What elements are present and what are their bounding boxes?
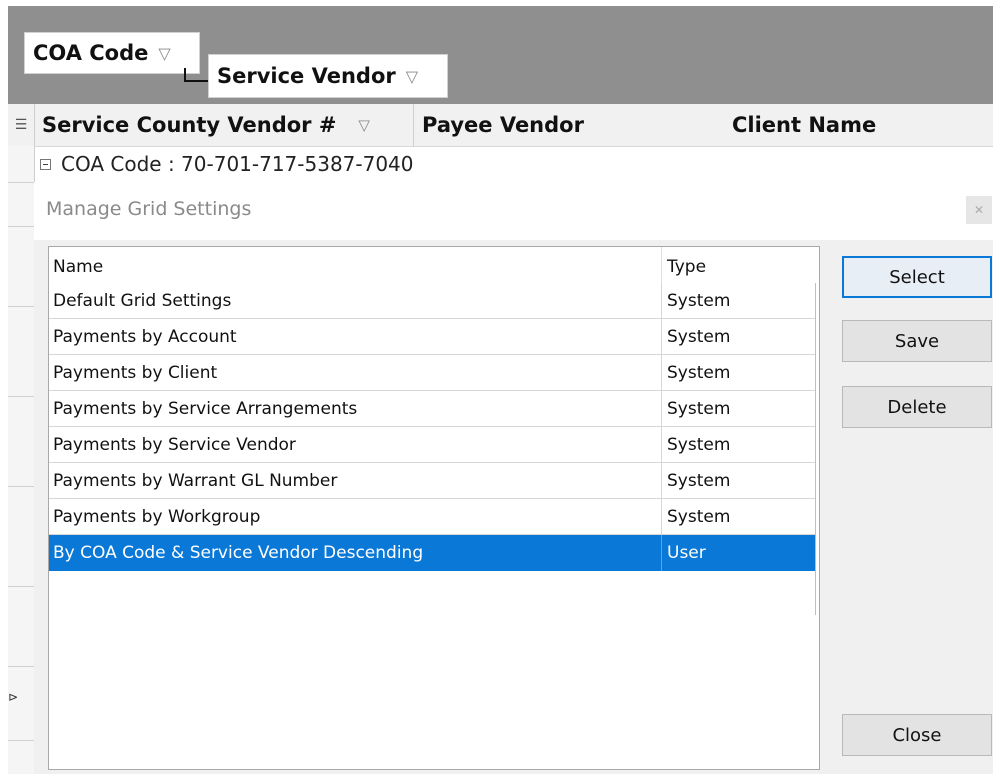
list-item[interactable]: Payments by Workgroup System — [49, 499, 815, 535]
manage-grid-settings-dialog: Manage Grid Settings ✕ Name Type Default… — [34, 182, 993, 774]
list-item-name: Payments by Workgroup — [53, 507, 261, 527]
group-row-label: COA Code : 70-701-717-5387-7040 — [61, 152, 414, 176]
column-divider — [661, 283, 662, 319]
select-button[interactable]: Select — [842, 256, 992, 298]
list-item-name: Default Grid Settings — [53, 291, 232, 311]
filter-icon[interactable]: ▽ — [158, 44, 170, 63]
column-divider — [661, 427, 662, 463]
grid-header-row: ☰ Service County Vendor # ▽ Payee Vendor… — [8, 104, 993, 147]
column-header-label: Client Name — [732, 113, 877, 137]
group-chip-coa-code[interactable]: COA Code ▽ — [24, 32, 200, 74]
column-header-label: Payee Vendor — [422, 113, 584, 137]
group-row[interactable]: COA Code : 70-701-717-5387-7040 — [34, 146, 993, 183]
list-item-name: Payments by Client — [53, 363, 218, 383]
column-divider — [661, 463, 662, 499]
list-item[interactable]: Payments by Service Vendor System — [49, 427, 815, 463]
row-divider — [8, 226, 34, 227]
row-divider — [8, 586, 34, 587]
list-item[interactable]: Payments by Service Arrangements System — [49, 391, 815, 427]
list-item-type: System — [667, 435, 731, 455]
list-item-name: Payments by Service Vendor — [53, 435, 296, 455]
group-by-panel: COA Code ▽ Service Vendor ▽ — [8, 6, 993, 104]
close-button[interactable]: Close — [842, 714, 992, 756]
filter-icon[interactable]: ▽ — [358, 116, 370, 134]
column-divider — [661, 355, 662, 391]
list-header-type[interactable]: Type — [667, 257, 706, 277]
list-item-type: System — [667, 471, 731, 491]
group-connector — [184, 68, 210, 82]
close-icon[interactable]: ✕ — [966, 196, 992, 224]
grid-settings-list: Name Type Default Grid Settings System Pay… — [48, 246, 820, 770]
list-header-name[interactable]: Name — [53, 257, 103, 277]
column-header-label: Service County Vendor # — [42, 113, 337, 137]
column-header-service-county-vendor[interactable]: Service County Vendor # ▽ — [42, 104, 414, 146]
column-header-client-name[interactable]: Client Name — [732, 104, 992, 146]
list-item-type: System — [667, 363, 731, 383]
row-divider — [8, 486, 34, 487]
list-item[interactable]: Payments by Client System — [49, 355, 815, 391]
list-item-type: User — [667, 543, 706, 563]
column-divider — [661, 499, 662, 535]
list-item-name: Payments by Account — [53, 327, 237, 347]
list-item-name: Payments by Warrant GL Number — [53, 471, 338, 491]
delete-button[interactable]: Delete — [842, 386, 992, 428]
list-item[interactable]: Default Grid Settings System — [49, 283, 815, 319]
list-item-type: System — [667, 507, 731, 527]
collapse-icon[interactable] — [40, 158, 51, 170]
column-header-payee-vendor[interactable]: Payee Vendor — [422, 104, 718, 146]
group-chip-label: COA Code — [33, 41, 149, 65]
list-item-type: System — [667, 327, 731, 347]
row-indicator-strip: ⊳ — [8, 146, 35, 774]
column-chooser-icon[interactable]: ☰ — [8, 104, 35, 146]
row-divider — [8, 396, 34, 397]
list-item-type: System — [667, 399, 731, 419]
column-divider — [661, 319, 662, 355]
current-row-arrow-icon: ⊳ — [8, 690, 19, 704]
column-divider — [661, 535, 662, 571]
save-button[interactable]: Save — [842, 320, 992, 362]
list-item[interactable]: Payments by Warrant GL Number System — [49, 463, 815, 499]
filter-icon[interactable]: ▽ — [406, 67, 418, 86]
row-divider — [8, 666, 34, 667]
column-divider — [661, 247, 662, 283]
dialog-title: Manage Grid Settings — [46, 198, 252, 220]
list-right-border — [815, 283, 816, 615]
list-item-type: System — [667, 291, 731, 311]
row-divider — [8, 740, 34, 741]
list-header: Name Type — [49, 247, 819, 283]
group-chip-service-vendor[interactable]: Service Vendor ▽ — [208, 54, 448, 98]
group-chip-label: Service Vendor — [217, 64, 396, 88]
list-item[interactable]: By COA Code & Service Vendor Descending U… — [49, 535, 815, 571]
list-item-name: Payments by Service Arrangements — [53, 399, 358, 419]
row-divider — [8, 306, 34, 307]
dialog-titlebar: Manage Grid Settings ✕ — [34, 182, 993, 240]
column-divider — [661, 391, 662, 427]
list-item[interactable]: Payments by Account System — [49, 319, 815, 355]
row-divider — [8, 182, 34, 183]
list-item-name: By COA Code & Service Vendor Descending — [53, 543, 424, 563]
